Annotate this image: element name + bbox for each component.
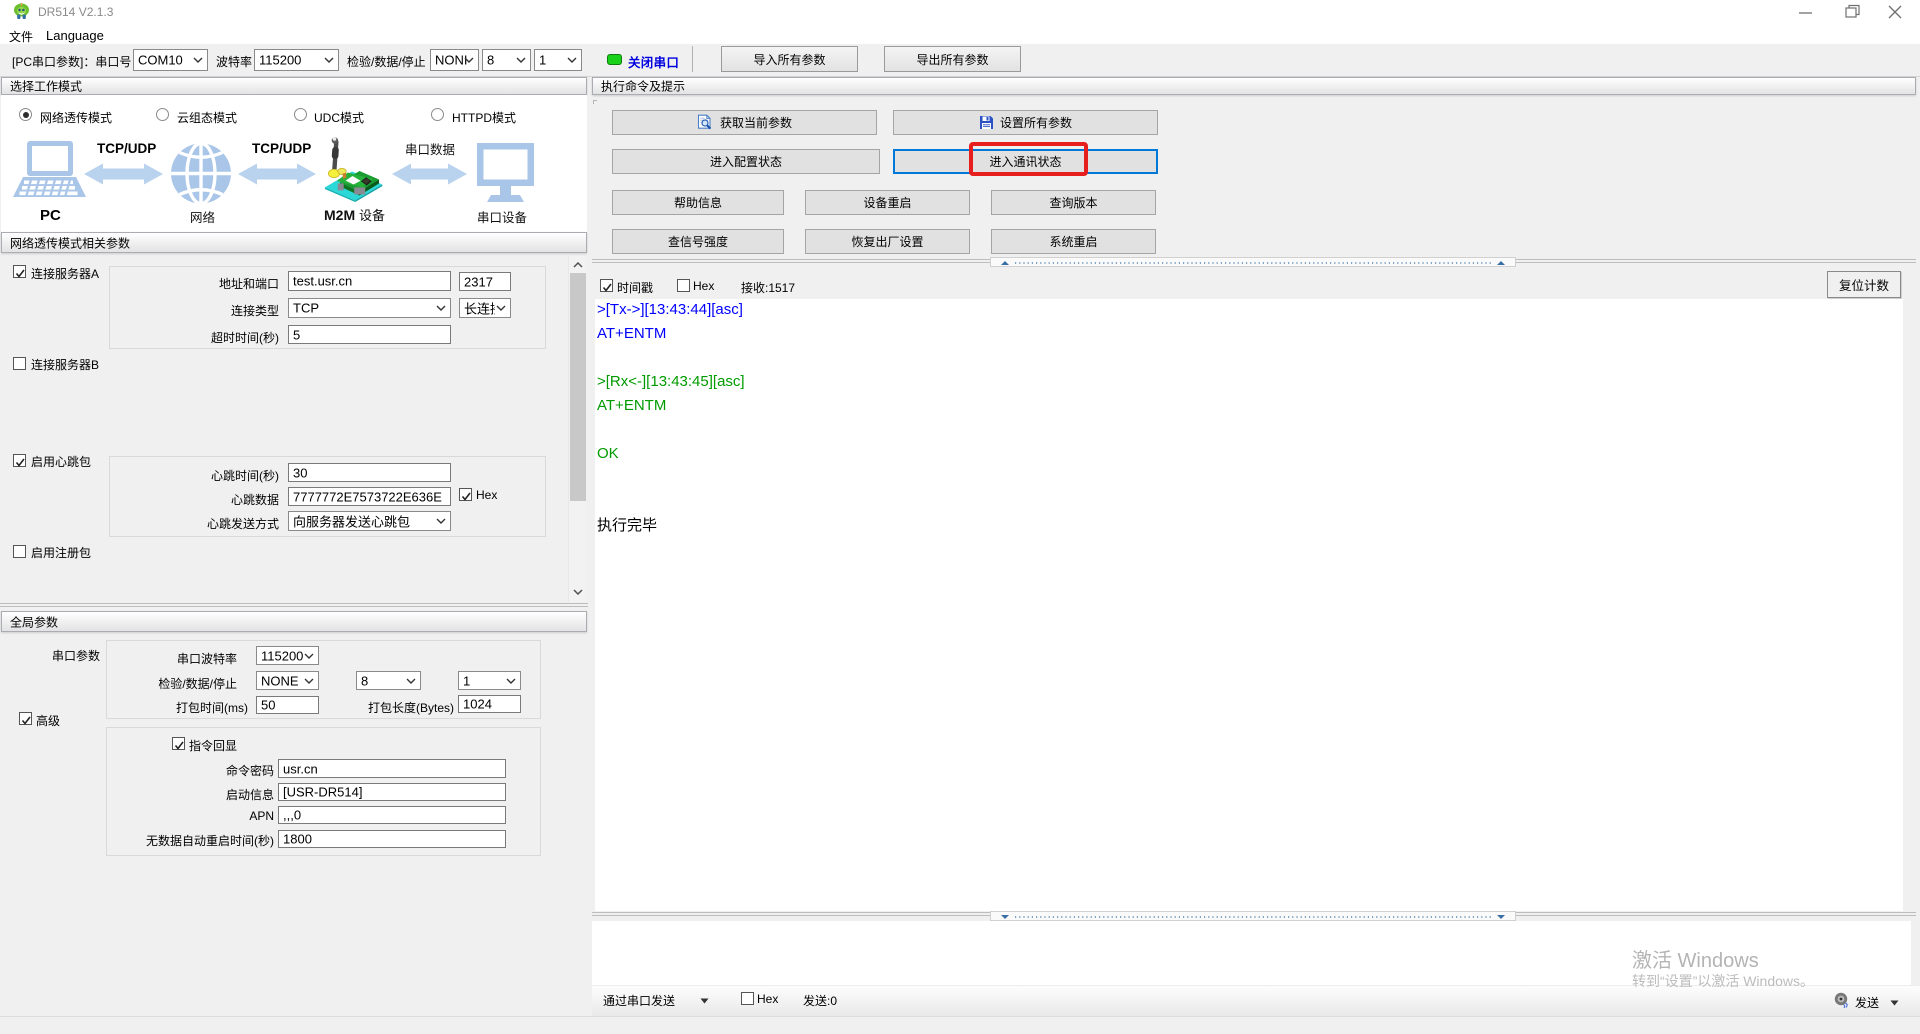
- svg-text:串口数据: 串口数据: [405, 142, 455, 157]
- svg-text:TCP/UDP: TCP/UDP: [97, 141, 156, 156]
- svg-text:M2M 设备: M2M 设备: [324, 207, 385, 223]
- svg-text:PC: PC: [40, 207, 61, 224]
- svg-text:串口设备: 串口设备: [477, 210, 528, 225]
- svg-text:网络: 网络: [190, 210, 216, 225]
- svg-text:TCP/UDP: TCP/UDP: [252, 141, 311, 156]
